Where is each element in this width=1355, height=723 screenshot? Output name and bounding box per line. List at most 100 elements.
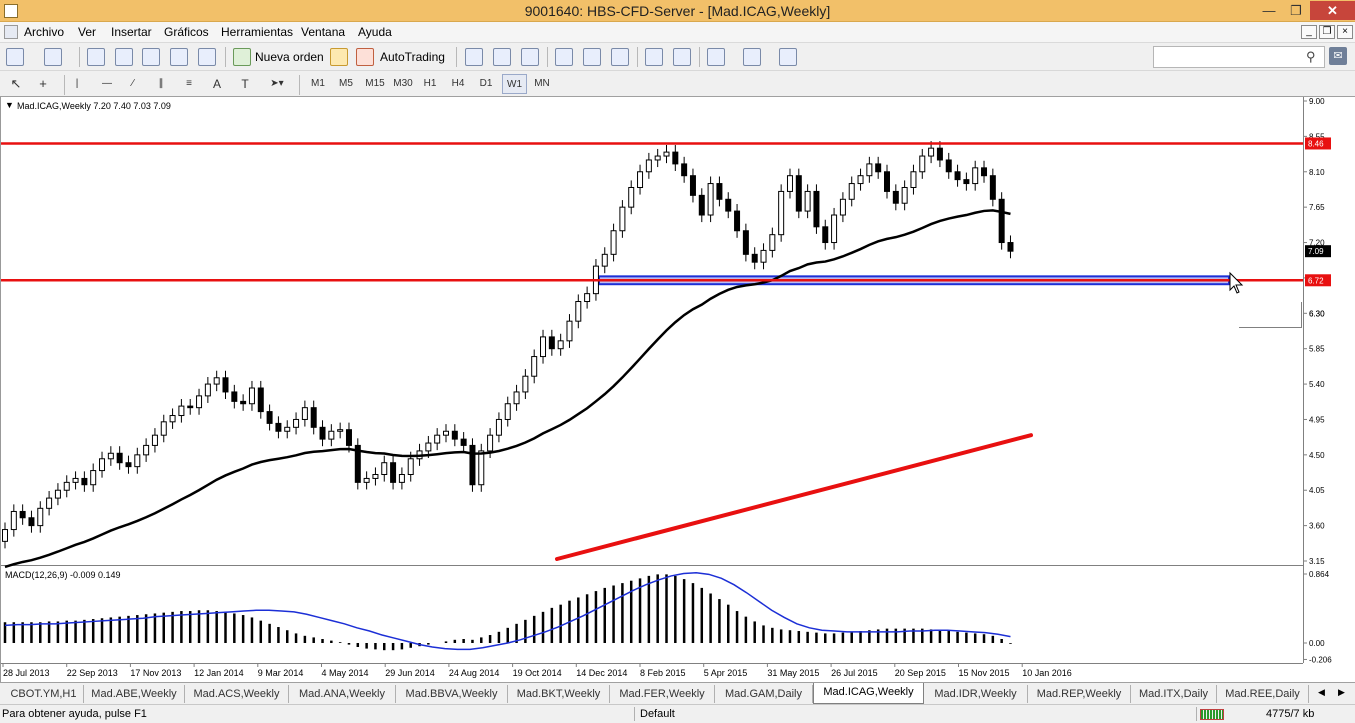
candle-body	[204, 383, 211, 397]
bar-chart-icon[interactable]	[465, 48, 483, 66]
timeframe-m1[interactable]: M1	[306, 74, 330, 94]
candle-body	[116, 452, 123, 464]
timeframe-d1[interactable]: D1	[474, 74, 498, 94]
templates-icon[interactable]	[779, 48, 797, 66]
tab-cbot-ym[interactable]: CBOT.YM,H1	[4, 685, 84, 703]
minimize-button[interactable]: —	[1256, 1, 1282, 20]
tab-mad-ana[interactable]: Mad.ANA,Weekly	[289, 685, 396, 703]
candle-body	[557, 340, 564, 350]
candle-body	[451, 430, 458, 440]
horizontal-line-icon[interactable]: —	[98, 74, 116, 94]
chart-header-arrow: ▼	[5, 100, 14, 110]
candle-body	[884, 171, 890, 192]
autotrading-icon[interactable]	[356, 48, 374, 66]
autotrading-button[interactable]: AutoTrading	[380, 47, 445, 67]
data-window-icon[interactable]	[115, 48, 133, 66]
tab-mad-icag[interactable]: Mad.ICAG,Weekly	[813, 683, 924, 704]
terminal-icon[interactable]	[170, 48, 188, 66]
status-traffic: 4775/7 kb	[1266, 708, 1315, 720]
candle-body	[637, 171, 644, 188]
menu-herramientas[interactable]: Herramientas	[221, 25, 293, 39]
timeframe-m15[interactable]: M15	[362, 74, 388, 94]
tab-scroll-left-icon[interactable]: ◀	[1318, 687, 1325, 698]
time-tick-label: 9 Mar 2014	[258, 668, 304, 678]
tab-mad-fer[interactable]: Mad.FER,Weekly	[610, 685, 715, 703]
tab-mad-ree[interactable]: Mad.REE,Daily	[1217, 685, 1309, 703]
arrows-icon[interactable]: ➤▾	[264, 74, 290, 94]
candle-body	[610, 230, 617, 255]
equidistant-channel-icon[interactable]: ∥	[152, 74, 170, 94]
candle-body	[143, 444, 150, 456]
text-label-icon[interactable]: T	[236, 74, 254, 94]
periods-icon[interactable]	[743, 48, 761, 66]
tab-mad-itx[interactable]: Mad.ITX,Daily	[1131, 685, 1217, 703]
trendline-icon[interactable]: ∕	[124, 74, 142, 94]
candle-body	[963, 179, 970, 185]
mdi-restore-icon[interactable]: ❐	[1319, 25, 1335, 39]
indicators-icon[interactable]	[707, 48, 725, 66]
fibonacci-icon[interactable]: ≡	[180, 74, 198, 94]
crosshair-icon[interactable]: +	[34, 74, 52, 94]
maximize-button[interactable]: ❐	[1283, 1, 1309, 20]
tab-scroll-right-icon[interactable]: ▶	[1338, 687, 1345, 698]
tab-mad-idr[interactable]: Mad.IDR,Weekly	[924, 685, 1028, 703]
strategy-tester-icon[interactable]	[198, 48, 216, 66]
timeframe-h4[interactable]: H4	[446, 74, 470, 94]
cursor-icon[interactable]: ↖	[8, 74, 24, 94]
vertical-line-icon[interactable]: |	[70, 74, 84, 94]
new-chart-icon[interactable]	[6, 48, 24, 66]
chart-shift-icon[interactable]	[673, 48, 691, 66]
candlestick-chart-icon[interactable]	[493, 48, 511, 66]
tab-mad-bbva[interactable]: Mad.BBVA,Weekly	[396, 685, 508, 703]
menu-ayuda[interactable]: Ayuda	[358, 25, 392, 39]
profiles-icon[interactable]	[44, 48, 62, 66]
menu-ver[interactable]: Ver	[78, 25, 96, 39]
market-watch-icon[interactable]	[87, 48, 105, 66]
tab-mad-gam[interactable]: Mad.GAM,Daily	[715, 685, 813, 703]
menu-ventana[interactable]: Ventana	[301, 25, 345, 39]
mdi-minimize-icon[interactable]: _	[1301, 25, 1317, 39]
candle-body	[187, 405, 194, 409]
close-button[interactable]: ✕	[1310, 1, 1355, 20]
mdi-close-icon[interactable]: ×	[1337, 25, 1353, 39]
candle-body	[46, 497, 53, 509]
tab-mad-bkt[interactable]: Mad.BKT,Weekly	[508, 685, 610, 703]
menu-insertar[interactable]: Insertar	[111, 25, 152, 39]
timeframe-m5[interactable]: M5	[334, 74, 358, 94]
zoom-out-icon[interactable]	[583, 48, 601, 66]
menu-graficos[interactable]: Gráficos	[164, 25, 209, 39]
timeframe-w1[interactable]: W1	[502, 74, 527, 94]
line-chart-icon[interactable]	[521, 48, 539, 66]
new-order-button[interactable]: Nueva orden	[255, 47, 324, 67]
candle-body	[37, 507, 44, 527]
standard-toolbar: Nueva orden AutoTrading ⚲ ✉	[0, 43, 1355, 71]
tab-mad-acs[interactable]: Mad.ACS,Weekly	[185, 685, 289, 703]
new-order-icon[interactable]	[233, 48, 251, 66]
candle-body	[301, 407, 308, 420]
candle-body	[778, 190, 785, 236]
community-icon[interactable]: ✉	[1329, 47, 1347, 65]
candle-body	[151, 434, 158, 446]
search-icon[interactable]: ⚲	[1306, 49, 1316, 65]
text-icon[interactable]: A	[210, 74, 224, 94]
metaeditor-icon[interactable]	[330, 48, 348, 66]
tab-mad-abe[interactable]: Mad.ABE,Weekly	[84, 685, 185, 703]
zoom-in-icon[interactable]	[555, 48, 573, 66]
navigator-icon[interactable]	[142, 48, 160, 66]
timeframe-mn[interactable]: MN	[530, 74, 554, 94]
timeframe-h1[interactable]: H1	[418, 74, 442, 94]
price-tick-label: 4.05	[1309, 486, 1325, 495]
auto-scroll-icon[interactable]	[645, 48, 663, 66]
chart-canvas[interactable]: 9.008.558.107.657.206.756.305.855.404.95…	[1, 97, 1355, 682]
search-input[interactable]	[1153, 46, 1325, 68]
chart-window[interactable]: 9.008.558.107.657.206.756.305.855.404.95…	[0, 97, 1355, 682]
menu-archivo[interactable]: Archivo	[24, 25, 64, 39]
tab-mad-rep[interactable]: Mad.REP,Weekly	[1028, 685, 1131, 703]
candle-body	[945, 159, 952, 173]
candle-body	[54, 489, 61, 499]
tile-windows-icon[interactable]	[611, 48, 629, 66]
macd-tick-label: 0.864	[1309, 570, 1330, 579]
chart-window-icon[interactable]	[4, 25, 18, 39]
timeframe-m30[interactable]: M30	[390, 74, 416, 94]
candle-body	[425, 442, 432, 452]
